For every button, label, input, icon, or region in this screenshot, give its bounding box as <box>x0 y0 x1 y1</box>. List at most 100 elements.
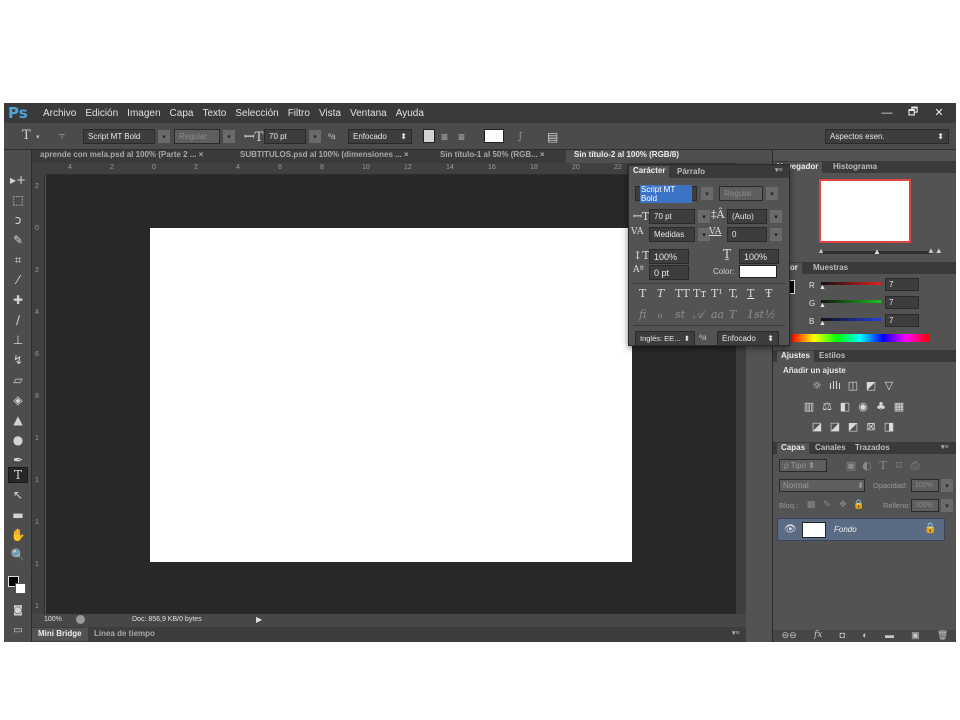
zoom-slider-handle-icon[interactable]: ▲ <box>873 247 881 256</box>
chevron-down-icon[interactable]: ▾ <box>941 499 953 512</box>
filter-type-icon[interactable]: T <box>877 459 889 472</box>
menu-seleccion[interactable]: Selección <box>235 108 278 119</box>
pen-tool-icon[interactable]: ✒ <box>8 452 28 468</box>
slider-handle-icon[interactable]: ▲ <box>819 284 826 291</box>
new-layer-icon[interactable]: ▣ <box>911 630 920 642</box>
color-lookup-icon[interactable]: ▦ <box>893 400 905 413</box>
brightness-contrast-icon[interactable]: ☼ <box>811 379 823 392</box>
curves-icon[interactable]: ◫ <box>847 379 859 392</box>
layer-row[interactable]: 👁 Fondo 🔒 <box>777 518 945 541</box>
filter-shape-icon[interactable]: ⌑ <box>893 459 905 472</box>
screen-mode-icon[interactable]: ▭ <box>8 622 28 638</box>
blend-mode-select[interactable]: Normal ⬍ <box>779 479 865 492</box>
delete-layer-icon[interactable]: 🗑 <box>937 630 948 642</box>
new-group-icon[interactable]: ▬ <box>885 630 894 642</box>
text-style-button[interactable]: T, <box>729 287 738 300</box>
zoom-level[interactable]: 100% <box>44 616 62 623</box>
adjustment-layer-icon[interactable]: ◐ <box>862 630 867 642</box>
tab-paths[interactable]: Trazados <box>851 443 894 452</box>
menu-edicion[interactable]: Edición <box>85 108 118 119</box>
quick-mask-icon[interactable]: ◙ <box>8 602 28 618</box>
chevron-down-icon[interactable]: ▾ <box>941 479 953 492</box>
text-color-swatch[interactable] <box>484 129 504 143</box>
text-style-button[interactable]: Tт <box>693 287 706 300</box>
channel-slider[interactable] <box>821 318 881 321</box>
text-style-button[interactable]: T <box>639 287 646 300</box>
opacity-value[interactable]: 100% <box>911 479 939 492</box>
gradient-map-icon[interactable]: ⊠ <box>865 420 877 433</box>
opentype-feature-button[interactable]: T <box>729 308 736 321</box>
vibrance-icon[interactable]: ▽ <box>883 379 895 392</box>
char-size-select[interactable]: 70 pt ▾ <box>649 209 710 224</box>
brush-tool-icon[interactable]: ∕ <box>8 312 28 328</box>
filter-pixel-icon[interactable]: ▣ <box>845 459 857 472</box>
clone-stamp-tool-icon[interactable]: ⊥ <box>8 332 28 348</box>
antialias-select[interactable]: Enfocado ⬍ <box>348 129 412 144</box>
tab-timeline[interactable]: Línea de tiempo <box>94 629 155 638</box>
char-kerning-select[interactable]: Medidas ▾ <box>649 227 710 242</box>
align-right-icon[interactable]: ≡ <box>458 129 465 144</box>
channel-value[interactable]: 7 <box>885 278 919 291</box>
color-spectrum-bar[interactable] <box>791 334 929 342</box>
visibility-eye-icon[interactable]: 👁 <box>784 524 797 535</box>
link-layers-icon[interactable]: ⊖⊖ <box>782 630 797 642</box>
menu-archivo[interactable]: Archivo <box>43 108 76 119</box>
status-info-icon[interactable] <box>76 615 85 624</box>
eraser-tool-icon[interactable]: ▱ <box>8 372 28 388</box>
quick-select-tool-icon[interactable]: ✎ <box>8 232 28 248</box>
healing-brush-tool-icon[interactable]: ✚ <box>8 292 28 308</box>
text-style-button[interactable]: T <box>747 287 754 300</box>
type-tool-preset-icon[interactable]: T <box>22 128 31 143</box>
tab-document-3[interactable]: Sin título-1 al 50% (RGB... × <box>432 150 566 163</box>
opentype-feature-button[interactable]: st <box>675 308 685 321</box>
language-select[interactable]: Inglés: EE... ⬍ <box>635 331 695 346</box>
layer-style-icon[interactable]: fx <box>814 630 822 642</box>
marquee-tool-icon[interactable]: ⬚ <box>8 192 28 208</box>
char-leading-select[interactable]: (Auto) ▾ <box>727 209 782 224</box>
exposure-icon[interactable]: ◩ <box>865 379 877 392</box>
minimize-button[interactable]: — <box>874 104 900 121</box>
threshold-icon[interactable]: ◩ <box>847 420 859 433</box>
invert-icon[interactable]: ◪ <box>811 420 823 433</box>
menu-filtro[interactable]: Filtro <box>288 108 310 119</box>
opentype-feature-button[interactable]: ﬁ <box>639 308 646 321</box>
rectangle-tool-icon[interactable]: ▬ <box>8 507 28 523</box>
tab-character[interactable]: Carácter <box>629 166 670 178</box>
channel-value[interactable]: 7 <box>885 314 919 327</box>
lock-transparent-icon[interactable]: ▩ <box>805 499 817 510</box>
type-tool-icon[interactable]: T <box>8 467 28 483</box>
lock-all-icon[interactable]: 🔒 <box>853 499 865 510</box>
photo-filter-icon[interactable]: ◉ <box>857 400 869 413</box>
text-style-button[interactable]: T¹ <box>711 287 723 300</box>
path-selection-tool-icon[interactable]: ↖ <box>8 487 28 503</box>
tab-styles[interactable]: Estilos <box>815 351 849 360</box>
panel-menu-icon[interactable]: ▾≡ <box>732 629 740 637</box>
zoom-tool-icon[interactable]: 🔍 <box>8 547 28 563</box>
opentype-feature-button[interactable]: 1st <box>747 308 764 321</box>
text-style-button[interactable]: T <box>657 287 664 300</box>
filter-adjustment-icon[interactable]: ◐ <box>861 459 873 472</box>
tab-histogram[interactable]: Histograma <box>829 162 881 171</box>
workspace-select[interactable]: Aspectos esen. ⬍ <box>825 129 949 144</box>
channel-slider[interactable] <box>821 300 881 303</box>
font-family-select[interactable]: Script MT Bold ▾ <box>83 129 170 144</box>
char-font-family-select[interactable]: Script MT Bold ▾ <box>635 184 713 203</box>
align-center-icon[interactable]: ≡ <box>441 129 448 144</box>
tab-document-active[interactable]: Sin título-2 al 100% (RGB/8) <box>566 150 772 163</box>
menu-vista[interactable]: Vista <box>319 108 341 119</box>
selective-color-icon[interactable]: ◨ <box>883 420 895 433</box>
eyedropper-tool-icon[interactable]: ⁄ <box>8 272 28 288</box>
channel-mixer-icon[interactable]: ♣ <box>875 400 887 413</box>
opentype-feature-button[interactable]: aa <box>711 308 724 321</box>
tab-document-1[interactable]: aprende con mela.psd al 100% (Parte 2 ..… <box>32 150 232 163</box>
color-balance-icon[interactable]: ⚖ <box>821 400 833 413</box>
tab-channels[interactable]: Canales <box>811 443 850 452</box>
menu-imagen[interactable]: Imagen <box>127 108 160 119</box>
channel-slider[interactable] <box>821 282 881 285</box>
zoom-out-icon[interactable]: ▴ <box>819 246 823 255</box>
posterize-icon[interactable]: ◪ <box>829 420 841 433</box>
tab-close-icon[interactable]: × <box>540 150 545 159</box>
tab-document-2[interactable]: SUBTITULOS.psd al 100% (dimensiones ... … <box>232 150 432 163</box>
opentype-feature-button[interactable]: 𝒜 <box>693 308 703 322</box>
char-color-swatch[interactable] <box>739 265 777 278</box>
